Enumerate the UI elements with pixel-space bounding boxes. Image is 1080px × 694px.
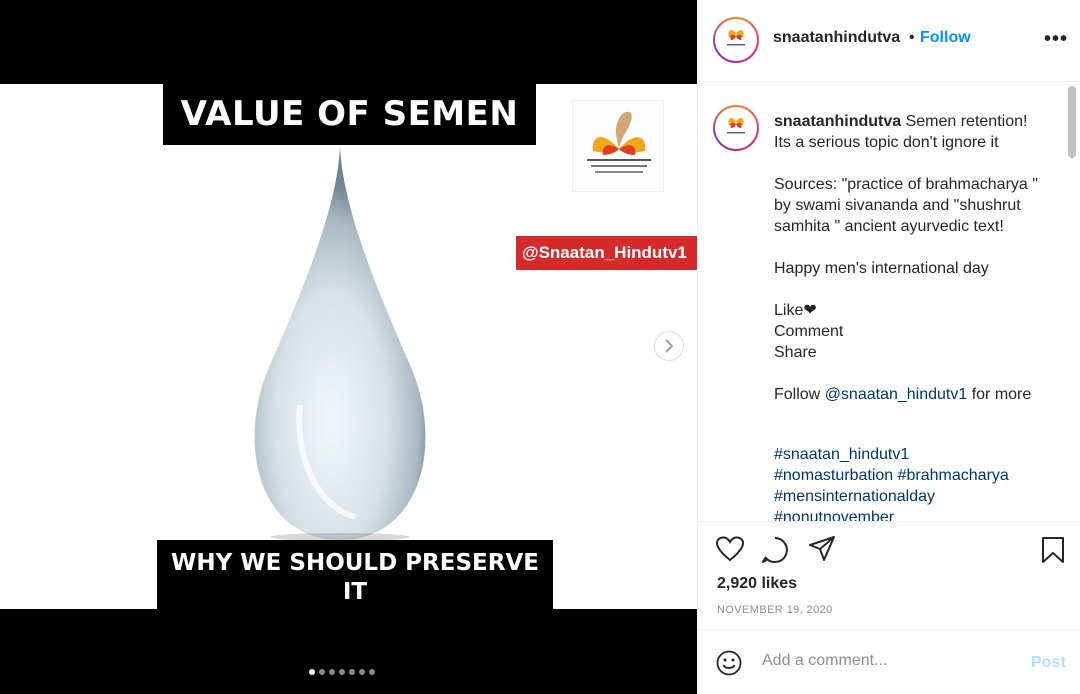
caption-share: Share <box>774 344 817 361</box>
caption-text: snaatanhindutva Semen retention! Its a s… <box>774 111 1059 405</box>
watermark-handle-tag: @Snaatan_Hindutv1 <box>516 236 697 270</box>
slide-title: VALUE OF SEMEN <box>163 84 536 145</box>
carousel-dot-5 <box>349 669 355 675</box>
chevron-right-icon <box>665 339 674 353</box>
carousel-dot-2 <box>319 669 325 675</box>
likes-count[interactable]: 2,920 likes <box>717 575 797 593</box>
caption-sources: Sources: "practice of brahmacharya " by … <box>774 176 1038 235</box>
caption-line2: Its a serious topic don't ignore it <box>774 134 999 151</box>
caption-greeting: Happy men's international day <box>774 260 989 277</box>
comment-icon[interactable] <box>761 536 789 564</box>
heart-icon[interactable] <box>716 536 744 562</box>
post-date[interactable]: NOVEMBER 19, 2020 <box>717 604 833 616</box>
caption-scrollbar[interactable] <box>1068 86 1076 158</box>
comment-bar: Post <box>698 629 1080 694</box>
caption-follow-prefix: Follow <box>774 386 825 403</box>
water-drop-illustration <box>254 145 426 541</box>
slide-subtitle-line2: IT <box>342 579 368 605</box>
carousel-dot-1 <box>309 669 315 675</box>
header-username[interactable]: snaatanhindutva <box>773 29 900 47</box>
hashtag-line[interactable]: #mensinternationalday <box>774 486 1059 507</box>
brand-logo <box>572 100 664 192</box>
caption-like: Like❤ <box>774 302 817 319</box>
post-media[interactable]: VALUE OF SEMEN @Snaatan_Hindutv1 WHY WE … <box>0 0 697 694</box>
hashtag-line[interactable]: #snaatan_hindutv1 <box>774 444 1059 465</box>
caption-comment: Comment <box>774 323 844 340</box>
post-sidebar: snaatanhindutva • Follow ••• snaatanhind… <box>697 0 1080 694</box>
carousel-dot-7 <box>369 669 375 675</box>
mention-link[interactable]: @snaatan_hindutv1 <box>825 386 968 403</box>
hashtag-line[interactable]: #nomasturbation #brahmacharya <box>774 465 1059 486</box>
caption-follow-suffix: for more <box>967 386 1032 403</box>
bookmark-icon[interactable] <box>1041 536 1065 564</box>
comment-input[interactable] <box>762 652 1012 670</box>
post-header: snaatanhindutva • Follow ••• <box>698 0 1080 82</box>
more-options-button[interactable]: ••• <box>1044 28 1068 51</box>
hashtag-list: #snaatan_hindutv1 #nomasturbation #brahm… <box>774 444 1059 521</box>
action-bar: 2,920 likes NOVEMBER 19, 2020 <box>698 521 1080 629</box>
emoji-icon[interactable] <box>716 650 742 676</box>
post-comment-button[interactable]: Post <box>1031 654 1066 672</box>
caption-area: snaatanhindutva Semen retention! Its a s… <box>698 83 1080 521</box>
caption-avatar[interactable] <box>713 105 759 151</box>
avatar[interactable] <box>713 17 759 63</box>
follow-button[interactable]: Follow <box>920 29 971 47</box>
slide-subtitle-line1: WHY WE SHOULD PRESERVE <box>171 550 539 576</box>
caption-username[interactable]: snaatanhindutva <box>774 113 901 130</box>
hashtag-line[interactable]: #nonutnovember <box>774 507 1059 521</box>
caption-line1: Semen retention! <box>901 113 1028 130</box>
carousel-dot-6 <box>359 669 365 675</box>
carousel-dot-3 <box>329 669 335 675</box>
carousel-indicator <box>309 669 375 675</box>
carousel-dot-4 <box>339 669 345 675</box>
slide-subtitle: WHY WE SHOULD PRESERVE IT <box>157 540 553 609</box>
header-separator: • <box>909 29 915 46</box>
share-icon[interactable] <box>808 536 836 562</box>
next-slide-button[interactable] <box>654 331 684 361</box>
